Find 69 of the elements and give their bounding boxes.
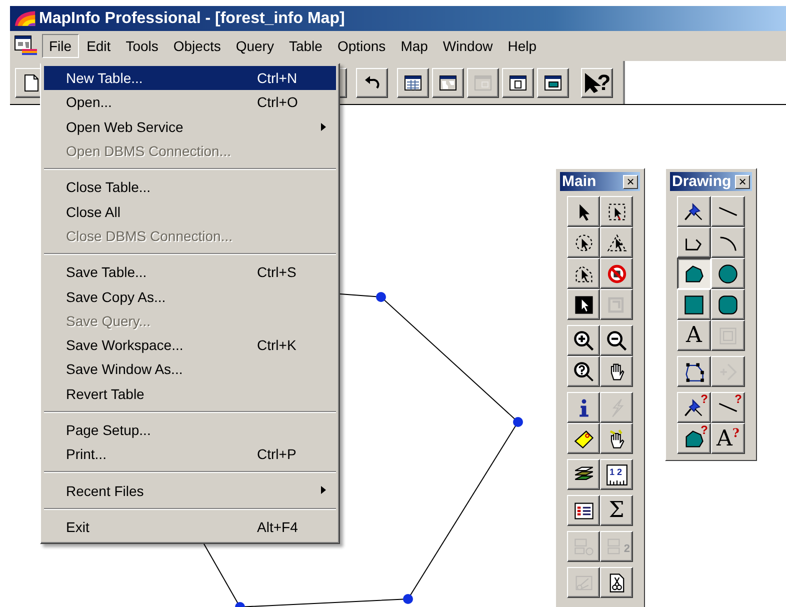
app-logo-icon — [14, 10, 36, 27]
menu-item[interactable]: Exit Alt+F4 — [44, 514, 336, 540]
tool-button[interactable]: A$^{?}$ — [711, 423, 745, 454]
menu-bar-item[interactable]: Objects — [166, 34, 228, 58]
menu-bar-item[interactable]: Window — [436, 34, 500, 58]
menu-bar-item[interactable]: Tools — [118, 34, 166, 58]
triangle-select-icon — [606, 232, 628, 254]
shortcut-label: Ctrl+N — [257, 70, 298, 86]
shortcut-label: Ctrl+O — [257, 94, 298, 110]
zoom-help-icon — [572, 360, 594, 382]
palette-title: Main — [562, 173, 596, 190]
menu-bar-item[interactable]: Table — [282, 34, 330, 58]
browser-window-icon — [403, 72, 423, 92]
toolbar-button[interactable] — [397, 68, 429, 98]
close-button[interactable]: × — [735, 174, 750, 188]
shortcut-label: Ctrl+K — [257, 337, 296, 354]
tool-button[interactable]: ? — [677, 392, 711, 423]
menu-item[interactable]: Open... Ctrl+O — [44, 90, 336, 115]
menu-bar-item[interactable]: Map — [394, 34, 435, 58]
toolbar-button[interactable] — [502, 68, 534, 98]
district-window-icon — [543, 72, 563, 92]
menu-bar-item[interactable]: Help — [500, 34, 544, 58]
map-window-icon — [438, 72, 458, 92]
close-button[interactable]: × — [623, 174, 638, 188]
map-document-icon[interactable] — [14, 35, 38, 57]
tool-button[interactable]: ? — [711, 392, 745, 423]
menu-bar-item[interactable]: Query — [228, 34, 281, 58]
toolbar-button[interactable]: ? — [581, 68, 613, 98]
toolbar-button[interactable] — [432, 68, 464, 98]
menu-bar-item[interactable]: Options — [330, 34, 393, 58]
zoom-out-icon — [606, 330, 628, 352]
tool-button[interactable]: A — [677, 320, 711, 351]
menu-item[interactable]: Close Table... — [44, 175, 336, 200]
menu-item[interactable]: Revert Table — [44, 382, 336, 406]
shortcut-label: Ctrl+S — [257, 264, 296, 280]
reshape-icon — [683, 360, 705, 382]
ruler-icon — [606, 464, 628, 486]
toolbar-button[interactable] — [356, 68, 388, 98]
window-title: MapInfo Professional - [forest_info Map] — [39, 10, 345, 28]
rounded-rectangle-icon — [717, 294, 739, 316]
menu-bar-item[interactable]: Edit — [80, 34, 118, 58]
menu-item[interactable]: Save Workspace... Ctrl+K — [44, 332, 336, 358]
menu-item[interactable]: New Table... Ctrl+N — [44, 66, 336, 90]
menu-item[interactable]: Save Copy As... — [44, 284, 336, 309]
menu-item[interactable]: Open Web Service — [44, 114, 336, 139]
menu-item[interactable]: Page Setup... — [44, 418, 336, 442]
zoom-in-icon — [572, 330, 594, 352]
layout-window-icon — [473, 72, 493, 92]
polygon-icon — [683, 262, 705, 284]
tag-icon — [572, 428, 594, 450]
menu-item[interactable]: Recent Files — [44, 478, 336, 503]
ellipse-icon — [717, 262, 739, 284]
shortcut-label: Alt+F4 — [257, 518, 298, 535]
tool-button[interactable] — [677, 258, 711, 289]
tool-button[interactable]: 1 2 — [600, 459, 633, 490]
tool-button[interactable]: ? — [677, 423, 711, 454]
toolbar-button[interactable] — [537, 68, 569, 98]
pushpin-icon — [683, 200, 705, 222]
menu-item[interactable]: Close All — [44, 199, 336, 224]
shortcut-label: Ctrl+P — [257, 446, 296, 462]
menu-item[interactable]: Save Window As... — [44, 357, 336, 382]
menu-item[interactable]: Print... Ctrl+P — [44, 442, 336, 466]
rectangle-icon — [683, 294, 705, 316]
menu-bar-item[interactable]: File — [42, 34, 79, 58]
graph-window-icon — [508, 72, 528, 92]
menu-item[interactable]: Save Table... Ctrl+S — [44, 260, 336, 284]
tool-button[interactable]: Σ — [600, 495, 633, 526]
prohibited-icon — [606, 262, 628, 284]
palette-title: Drawing — [672, 173, 732, 190]
